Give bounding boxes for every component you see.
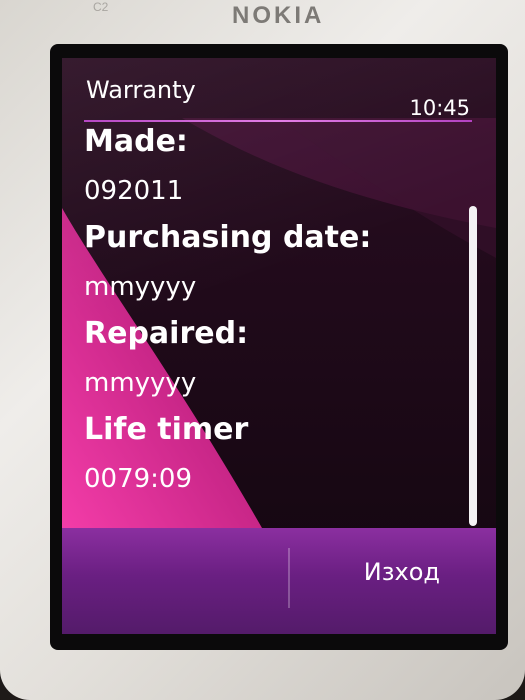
title-bar: Warranty 10:45 <box>62 58 496 122</box>
clock: 10:45 <box>409 96 470 120</box>
life-timer-label: Life timer <box>84 412 249 447</box>
made-label: Made: <box>84 124 188 159</box>
purchasing-date-value: mmyyyy <box>84 272 197 302</box>
purchasing-date-label: Purchasing date: <box>84 220 372 255</box>
softkey-divider <box>288 548 290 608</box>
life-timer-value: 0079:09 <box>84 464 193 494</box>
warranty-info-list: Made: 092011 Purchasing date: mmyyyy Rep… <box>84 122 464 508</box>
made-value: 092011 <box>84 176 184 206</box>
exit-softkey[interactable]: Изход <box>364 558 440 586</box>
brand-logo: NOKIA <box>232 2 325 29</box>
model-label: C2 <box>93 0 109 14</box>
repaired-value: mmyyyy <box>84 368 197 398</box>
scrollbar[interactable] <box>469 206 477 526</box>
repaired-label: Repaired: <box>84 316 249 351</box>
softkey-bar: Изход <box>62 528 496 634</box>
phone-screen: Warranty 10:45 Made: 092011 Purchasing d… <box>62 58 496 634</box>
screen-title: Warranty <box>86 76 196 104</box>
